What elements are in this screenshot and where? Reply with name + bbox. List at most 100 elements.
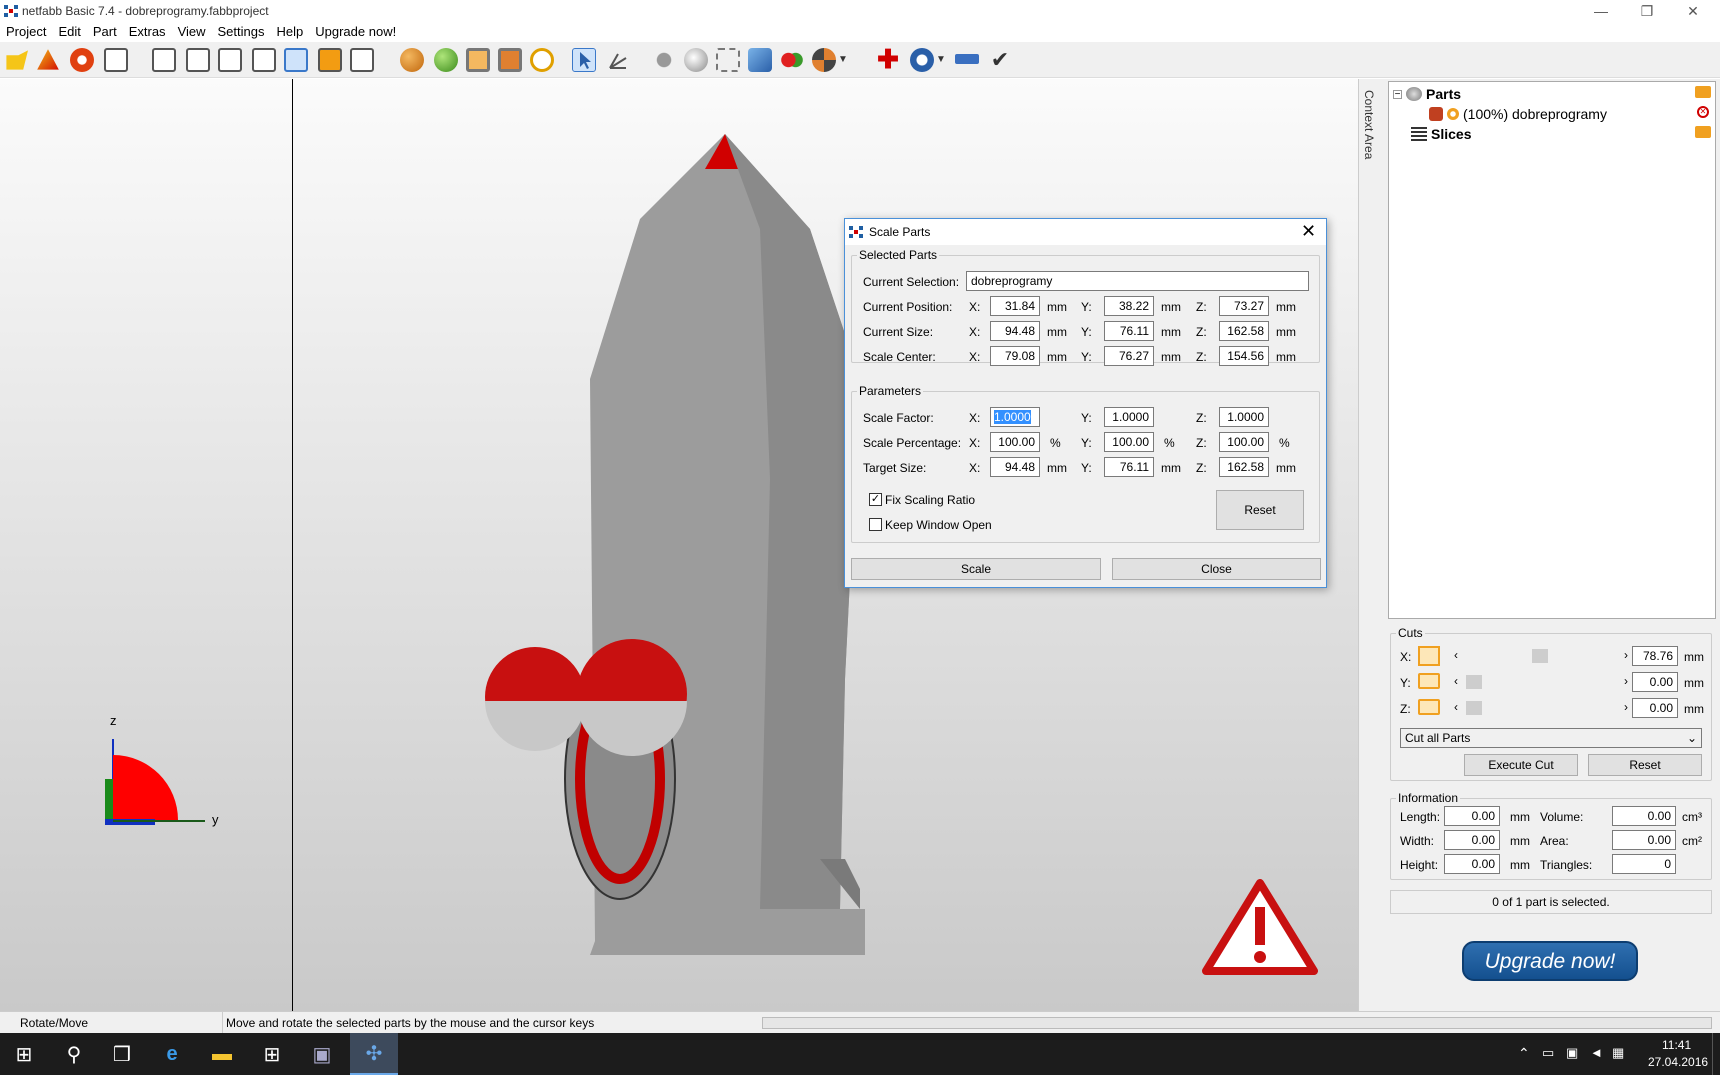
- measure-icon[interactable]: [606, 48, 630, 72]
- boolean-icon[interactable]: [780, 48, 804, 72]
- slider-right-icon[interactable]: ›: [1624, 674, 1628, 688]
- dialog-close-icon[interactable]: ✕: [1301, 221, 1316, 242]
- netfabb-taskbar-icon[interactable]: ✣: [350, 1033, 398, 1075]
- box-view-icon[interactable]: [466, 48, 490, 72]
- scale-factor-z[interactable]: 1.0000: [1219, 407, 1269, 427]
- current-position-y[interactable]: 38.22: [1104, 296, 1154, 316]
- checkmark-icon[interactable]: ✔: [988, 48, 1012, 72]
- close-button[interactable]: Close: [1112, 558, 1321, 580]
- cut-z-slider[interactable]: ‹ ›: [1454, 700, 1634, 716]
- target-size-y[interactable]: 76.11: [1104, 457, 1154, 477]
- current-position-x[interactable]: 31.84: [990, 296, 1040, 316]
- tray-battery-icon[interactable]: ▭: [1542, 1045, 1554, 1061]
- file-explorer-icon[interactable]: ▬: [198, 1033, 246, 1075]
- menu-edit[interactable]: Edit: [52, 22, 86, 42]
- open-parts-folder-icon[interactable]: [1695, 86, 1711, 98]
- slider-left-icon[interactable]: ‹: [1454, 700, 1458, 714]
- scale-center-y[interactable]: 76.27: [1104, 346, 1154, 366]
- zoom-icon[interactable]: [530, 48, 554, 72]
- menu-help[interactable]: Help: [271, 22, 310, 42]
- chevron-down-icon[interactable]: ▼: [936, 48, 948, 72]
- cut-y-thumb[interactable]: [1466, 675, 1482, 689]
- view-bottom-icon[interactable]: [318, 48, 342, 72]
- scale-part-icon[interactable]: [716, 48, 740, 72]
- view-top-icon[interactable]: [284, 48, 308, 72]
- cut-z-thumb[interactable]: [1466, 701, 1482, 715]
- part-info-icon[interactable]: [104, 48, 128, 72]
- current-selection-field[interactable]: dobreprogramy: [966, 271, 1309, 291]
- scale-factor-y[interactable]: 1.0000: [1104, 407, 1154, 427]
- scale-percentage-z[interactable]: 100.00: [1219, 432, 1269, 452]
- cut-x-input[interactable]: 78.76: [1632, 646, 1678, 666]
- slider-right-icon[interactable]: ›: [1624, 700, 1628, 714]
- current-position-z[interactable]: 73.27: [1219, 296, 1269, 316]
- clock-date[interactable]: 27.04.2016: [1648, 1055, 1708, 1069]
- menu-project[interactable]: Project: [0, 22, 52, 42]
- menu-settings[interactable]: Settings: [212, 22, 271, 42]
- slider-right-icon[interactable]: ›: [1624, 648, 1628, 662]
- tree-parts-node[interactable]: − Parts: [1393, 86, 1461, 102]
- cut-x-thumb[interactable]: [1532, 649, 1548, 663]
- restore-button[interactable]: ❐: [1624, 0, 1670, 22]
- reset-button[interactable]: Reset: [1216, 490, 1304, 530]
- tree-slices-node[interactable]: Slices: [1411, 126, 1471, 142]
- shading-icon[interactable]: [400, 48, 424, 72]
- context-area-strip[interactable]: [1358, 79, 1378, 1011]
- fix-ratio-checkbox[interactable]: ✓: [869, 493, 882, 506]
- execute-cut-button[interactable]: Execute Cut: [1464, 754, 1578, 776]
- mirror-part-icon[interactable]: [748, 48, 772, 72]
- app-icon[interactable]: ▣: [298, 1033, 346, 1075]
- menu-view[interactable]: View: [172, 22, 212, 42]
- analysis-icon[interactable]: [910, 48, 934, 72]
- tray-chevron-icon[interactable]: ⌃: [1518, 1045, 1530, 1062]
- tree-part-item[interactable]: (100%) dobreprogramy: [1429, 106, 1607, 122]
- menu-part[interactable]: Part: [87, 22, 123, 42]
- rotate-part-icon[interactable]: [684, 48, 708, 72]
- close-window-button[interactable]: ✕: [1670, 0, 1716, 22]
- cut-x-plane-icon[interactable]: [1418, 646, 1440, 666]
- scale-factor-x[interactable]: 1.0000: [990, 407, 1040, 427]
- view-right-icon[interactable]: [252, 48, 276, 72]
- minimize-button[interactable]: —: [1578, 0, 1624, 22]
- fit-view-icon[interactable]: [498, 48, 522, 72]
- keep-open-checkbox[interactable]: [869, 518, 882, 531]
- target-size-x[interactable]: 94.48: [990, 457, 1040, 477]
- view-back-icon[interactable]: [186, 48, 210, 72]
- store-icon[interactable]: ⊞: [248, 1033, 296, 1075]
- cut-y-slider[interactable]: ‹ ›: [1454, 674, 1634, 690]
- show-desktop-button[interactable]: [1712, 1033, 1720, 1075]
- warning-icon[interactable]: [1202, 879, 1318, 979]
- current-size-y[interactable]: 76.11: [1104, 321, 1154, 341]
- open-project-icon[interactable]: [6, 50, 28, 70]
- scale-center-z[interactable]: 154.56: [1219, 346, 1269, 366]
- cut-y-input[interactable]: 0.00: [1632, 672, 1678, 692]
- cut-z-input[interactable]: 0.00: [1632, 698, 1678, 718]
- menu-extras[interactable]: Extras: [123, 22, 172, 42]
- target-size-z[interactable]: 162.58: [1219, 457, 1269, 477]
- chevron-down-icon[interactable]: ▼: [838, 48, 850, 72]
- add-part-icon[interactable]: [37, 49, 59, 70]
- slider-left-icon[interactable]: ‹: [1454, 674, 1458, 688]
- ruler-icon[interactable]: [955, 54, 979, 64]
- current-size-z[interactable]: 162.58: [1219, 321, 1269, 341]
- view-front-icon[interactable]: [152, 48, 176, 72]
- scale-button[interactable]: Scale: [851, 558, 1101, 580]
- windows-start-icon[interactable]: ⊞: [0, 1033, 48, 1075]
- cut-y-plane-icon[interactable]: [1418, 673, 1440, 689]
- cut-mode-select[interactable]: Cut all Parts ⌄: [1400, 728, 1702, 748]
- move-part-icon[interactable]: [652, 48, 676, 72]
- remove-part-icon[interactable]: ✕: [1697, 106, 1709, 118]
- parts-tree[interactable]: − Parts (100%) dobreprogramy Slices ✕: [1388, 81, 1716, 619]
- current-size-x[interactable]: 94.48: [990, 321, 1040, 341]
- clock-time[interactable]: 11:41: [1662, 1038, 1691, 1052]
- search-icon[interactable]: ⚲: [50, 1033, 98, 1075]
- cut-x-slider[interactable]: ‹ ›: [1454, 648, 1634, 664]
- upgrade-now-button[interactable]: Upgrade now!: [1462, 941, 1638, 981]
- slider-left-icon[interactable]: ‹: [1454, 648, 1458, 662]
- cut-reset-button[interactable]: Reset: [1588, 754, 1702, 776]
- menu-upgrade[interactable]: Upgrade now!: [309, 22, 402, 42]
- scale-center-x[interactable]: 79.08: [990, 346, 1040, 366]
- cut-icon[interactable]: [812, 48, 836, 72]
- repair-plus-icon[interactable]: ✚: [876, 46, 900, 72]
- task-view-icon[interactable]: ❒: [98, 1033, 146, 1075]
